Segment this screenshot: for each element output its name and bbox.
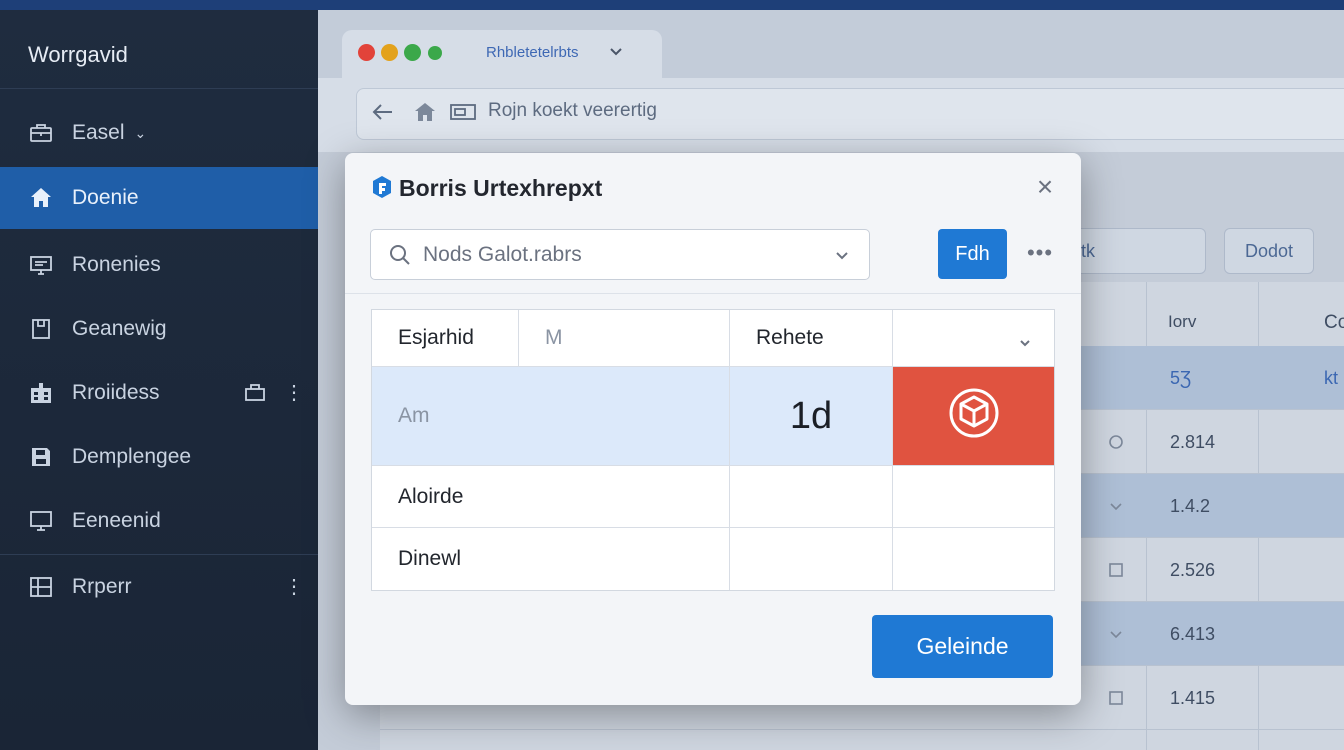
checkbox-icon[interactable] xyxy=(1108,690,1126,708)
checkbox-icon[interactable] xyxy=(1108,562,1126,580)
sidebar-item-eeneenid[interactable]: Eeneenid xyxy=(0,490,318,552)
dialog-title: Borris Urtexhrepxt xyxy=(399,175,603,201)
maximize-dot-icon[interactable] xyxy=(404,44,421,61)
tab-title: Rhbletetelrbts xyxy=(486,44,579,61)
home-icon xyxy=(28,185,54,211)
save-icon xyxy=(28,444,54,470)
column-filter-dropdown[interactable] xyxy=(893,310,1054,367)
column-header: Co xyxy=(1324,312,1344,333)
column-header[interactable]: M xyxy=(519,310,730,367)
more-vertical-icon[interactable]: ⋮ xyxy=(284,574,304,599)
home-icon[interactable] xyxy=(414,102,436,127)
cube-action-button[interactable] xyxy=(893,367,1054,466)
lock-icon[interactable] xyxy=(244,382,266,402)
sidebar-item-rroiidess[interactable]: Rroiidess ⋮ xyxy=(0,362,318,424)
table-cell[interactable] xyxy=(730,466,893,528)
table-cell-value[interactable]: 1d xyxy=(730,367,893,466)
sidebar-item-label: Eeneenid xyxy=(72,509,161,532)
sidebar-item-label: Doenie xyxy=(72,186,139,209)
sidebar-item-rrperr[interactable]: Rrperr ⋮ xyxy=(0,556,318,618)
sidebar-item-ronenies[interactable]: Ronenies xyxy=(0,234,318,296)
modal-dialog: Borris Urtexhrepxt × Fdh ••• Esjarhid M … xyxy=(345,153,1081,705)
status-dot-icon xyxy=(428,46,442,60)
chevron-down-icon: ⌄ xyxy=(134,124,147,141)
table-cell[interactable]: Aloirde xyxy=(372,466,730,528)
column-header[interactable]: Esjarhid xyxy=(372,310,519,367)
more-vertical-icon[interactable]: ⋮ xyxy=(284,380,304,405)
close-icon[interactable]: × xyxy=(1031,171,1059,202)
more-options-icon[interactable]: ••• xyxy=(1025,240,1055,265)
sidebar: Worrgavid Easel ⌄ Doenie Ronenies Geanew… xyxy=(0,10,318,750)
address-text: Rojn koekt veerertig xyxy=(488,100,657,121)
confirm-button[interactable]: Geleinde xyxy=(872,615,1053,678)
table-cell[interactable]: Am xyxy=(372,367,730,466)
table-cell[interactable] xyxy=(893,466,1054,528)
sidebar-item-label: Demplengee xyxy=(72,445,192,468)
cube-icon xyxy=(948,387,1000,445)
app-logo-icon xyxy=(371,175,393,199)
app-title: Worrgavid xyxy=(28,42,128,67)
column-header: Iorv xyxy=(1168,312,1197,331)
search-field[interactable] xyxy=(370,229,870,280)
sidebar-item-doenie[interactable]: Doenie xyxy=(0,167,318,229)
briefcase-icon xyxy=(28,120,54,146)
table-cell[interactable]: Dinewl xyxy=(372,528,730,590)
sidebar-divider xyxy=(0,554,318,555)
minimize-dot-icon[interactable] xyxy=(381,44,398,61)
sidebar-item-label: Easel xyxy=(72,121,125,144)
chevron-down-icon[interactable] xyxy=(1108,498,1126,516)
tabs-icon[interactable] xyxy=(450,102,476,127)
sidebar-item-geanewig[interactable]: Geanewig xyxy=(0,298,318,360)
sidebar-item-demplengee[interactable]: Demplengee xyxy=(0,426,318,488)
dialog-divider xyxy=(345,293,1081,294)
circle-icon[interactable] xyxy=(1108,434,1126,452)
top-strip xyxy=(0,0,1344,10)
chevron-down-icon[interactable] xyxy=(608,43,624,64)
search-input[interactable] xyxy=(423,242,823,268)
display-icon xyxy=(28,508,54,534)
monitor-icon xyxy=(28,252,54,278)
close-dot-icon[interactable] xyxy=(358,44,375,61)
sidebar-item-easel[interactable]: Easel ⌄ xyxy=(0,102,318,164)
sidebar-divider xyxy=(0,88,318,89)
table-cell[interactable] xyxy=(730,528,893,590)
back-arrow-icon[interactable] xyxy=(372,102,394,127)
chevron-down-icon xyxy=(1018,332,1032,356)
sidebar-item-label: Geanewig xyxy=(72,317,167,340)
table-cell[interactable] xyxy=(893,528,1054,590)
grid-icon xyxy=(28,574,54,600)
chevron-down-icon[interactable] xyxy=(833,246,851,269)
chevron-down-icon[interactable] xyxy=(1108,626,1126,644)
search-submit-button[interactable]: Fdh xyxy=(938,229,1007,279)
dialog-table: Esjarhid M Rehete Am 1d Aloirde Dinewl xyxy=(371,309,1055,591)
page-icon xyxy=(28,316,54,342)
sidebar-item-label: Rroiidess xyxy=(72,381,160,404)
column-header[interactable]: Rehete xyxy=(730,310,893,367)
background-button[interactable]: Dodot xyxy=(1224,228,1314,274)
sidebar-item-label: Rrperr xyxy=(72,575,132,598)
building-icon xyxy=(28,380,54,406)
search-icon xyxy=(389,244,411,266)
sidebar-item-label: Ronenies xyxy=(72,253,161,276)
tab-bar: Rhbletetelrbts xyxy=(318,10,1344,78)
